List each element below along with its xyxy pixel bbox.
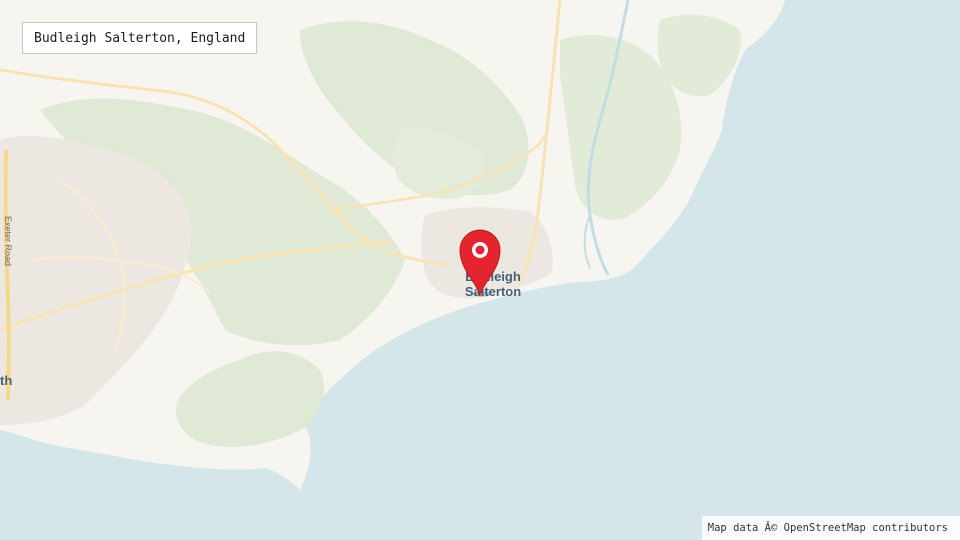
- map-attribution: Map data Â© OpenStreetMap contributors: [701, 516, 960, 540]
- search-input[interactable]: Budleigh Salterton, England: [22, 22, 258, 54]
- place-label-line2: Salterton: [465, 284, 521, 299]
- search-input-value: Budleigh Salterton, England: [34, 30, 246, 46]
- map-canvas[interactable]: Exeter Road th Budleigh Salterton: [0, 0, 960, 540]
- road-label: Exeter Road: [3, 216, 13, 266]
- attribution-text: Map data Â© OpenStreetMap contributors: [707, 522, 948, 534]
- city-label: th: [0, 373, 12, 388]
